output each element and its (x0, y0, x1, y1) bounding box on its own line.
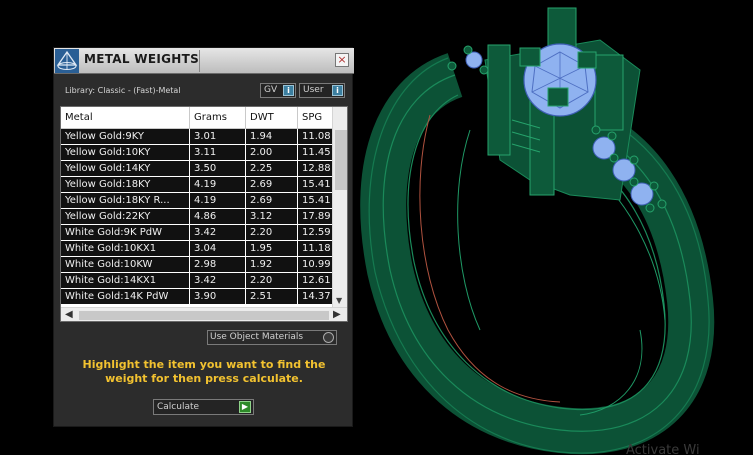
table-row[interactable]: Yellow Gold:14KY 3.50 2.25 12.88 (61, 161, 347, 177)
table-row[interactable]: Yellow Gold:18KY R... 4.19 2.69 15.41 (61, 193, 347, 209)
ring-3d-viewport[interactable] (360, 0, 753, 455)
cell-dwt[interactable]: 2.00 (246, 145, 298, 161)
table-row[interactable]: White Gold:9K PdW 3.42 2.20 12.59 (61, 225, 347, 241)
cell-grams[interactable]: 4.19 (190, 177, 246, 193)
cell-grams[interactable]: 4.19 (190, 193, 246, 209)
table-row[interactable]: Yellow Gold:9KY 3.01 1.94 11.08 (61, 129, 347, 145)
calculate-button[interactable]: Calculate ▶ (153, 399, 254, 415)
table-row[interactable]: White Gold:10KW 2.98 1.92 10.99 (61, 257, 347, 273)
cell-dwt[interactable]: 2.25 (246, 161, 298, 177)
close-button[interactable]: × (335, 53, 349, 67)
user-dropdown-value: User (303, 85, 324, 95)
user-dropdown[interactable]: User i (299, 83, 345, 98)
horizontal-scroll-thumb[interactable] (79, 311, 329, 320)
cell-dwt[interactable]: 2.69 (246, 193, 298, 209)
metal-weights-panel: METAL WEIGHTS × Library: Classic - (Fast… (53, 47, 354, 427)
table-row[interactable]: White Gold:14K PdW 3.90 2.51 14.37 (61, 289, 347, 305)
table-row[interactable]: Yellow Gold:18KY 4.19 2.69 15.41 (61, 177, 347, 193)
table-horizontal-scrollbar[interactable]: ◀ ▶ (61, 307, 347, 321)
cell-dwt[interactable]: 2.20 (246, 273, 298, 289)
use-object-materials-toggle[interactable]: Use Object Materials (207, 330, 337, 345)
cell-dwt[interactable]: 2.69 (246, 177, 298, 193)
cell-grams[interactable]: 3.42 (190, 273, 246, 289)
table-row[interactable]: White Gold:14KX1 3.42 2.20 12.61 (61, 273, 347, 289)
cell-dwt[interactable]: 1.92 (246, 257, 298, 273)
radio-toggle-icon[interactable] (323, 332, 334, 343)
cell-grams[interactable]: 4.86 (190, 209, 246, 225)
gv-dropdown[interactable]: GV i (260, 83, 296, 98)
cell-grams[interactable]: 3.42 (190, 225, 246, 241)
cell-grams[interactable]: 3.90 (190, 289, 246, 305)
cell-grams[interactable]: 3.01 (190, 129, 246, 145)
cell-metal[interactable]: White Gold:9K PdW (61, 225, 190, 241)
cell-grams[interactable]: 2.98 (190, 257, 246, 273)
play-arrow-icon[interactable]: ▶ (239, 401, 251, 413)
column-header-dwt[interactable]: DWT (246, 107, 298, 129)
instruction-text: Highlight the item you want to find the … (82, 358, 326, 385)
calculate-label: Calculate (157, 402, 200, 412)
scroll-down-arrow-icon[interactable]: ▼ (336, 296, 342, 305)
cell-metal[interactable]: White Gold:14KX1 (61, 273, 190, 289)
metal-weights-table: Metal Grams DWT SPG Yellow Gold:9KY 3.01 1… (60, 106, 348, 322)
cell-metal[interactable]: White Gold:10KW (61, 257, 190, 273)
metal-weights-logo-icon (55, 49, 79, 73)
cell-metal[interactable]: Yellow Gold:22KY (61, 209, 190, 225)
cell-metal[interactable]: Yellow Gold:14KY (61, 161, 190, 177)
cell-dwt[interactable]: 1.95 (246, 241, 298, 257)
scroll-right-arrow-icon[interactable]: ▶ (333, 309, 341, 320)
user-dropdown-info-icon[interactable]: i (332, 85, 343, 96)
gv-dropdown-value: GV (264, 85, 278, 95)
column-header-grams[interactable]: Grams (190, 107, 246, 129)
use-object-materials-label: Use Object Materials (210, 332, 304, 342)
library-label: Library: Classic - (Fast)-Metal (65, 86, 181, 95)
column-header-metal[interactable]: Metal (61, 107, 190, 129)
table-vertical-scrollbar[interactable]: ▼ (332, 107, 347, 307)
activate-windows-watermark: Activate Wi (626, 443, 700, 455)
scroll-left-arrow-icon[interactable]: ◀ (65, 309, 73, 320)
vertical-scroll-thumb[interactable] (335, 130, 347, 190)
cell-grams[interactable]: 3.04 (190, 241, 246, 257)
cell-dwt[interactable]: 3.12 (246, 209, 298, 225)
table-header-row: Metal Grams DWT SPG (61, 107, 347, 129)
cell-dwt[interactable]: 1.94 (246, 129, 298, 145)
table-row[interactable]: Yellow Gold:22KY 4.86 3.12 17.89 (61, 209, 347, 225)
cell-dwt[interactable]: 2.20 (246, 225, 298, 241)
table-row[interactable]: White Gold:10KX1 3.04 1.95 11.18 (61, 241, 347, 257)
cell-metal[interactable]: White Gold:14K PdW (61, 289, 190, 305)
table-row[interactable]: Yellow Gold:10KY 3.11 2.00 11.45 (61, 145, 347, 161)
panel-titlebar[interactable]: METAL WEIGHTS × (54, 48, 354, 74)
cell-metal[interactable]: Yellow Gold:18KY R... (61, 193, 190, 209)
cell-grams[interactable]: 3.50 (190, 161, 246, 177)
cell-metal[interactable]: White Gold:10KX1 (61, 241, 190, 257)
cell-grams[interactable]: 3.11 (190, 145, 246, 161)
title-divider (199, 50, 200, 72)
cell-metal[interactable]: Yellow Gold:9KY (61, 129, 190, 145)
cell-dwt[interactable]: 2.51 (246, 289, 298, 305)
cell-metal[interactable]: Yellow Gold:10KY (61, 145, 190, 161)
panel-title: METAL WEIGHTS (84, 52, 200, 66)
cell-metal[interactable]: Yellow Gold:18KY (61, 177, 190, 193)
gv-dropdown-info-icon[interactable]: i (283, 85, 294, 96)
